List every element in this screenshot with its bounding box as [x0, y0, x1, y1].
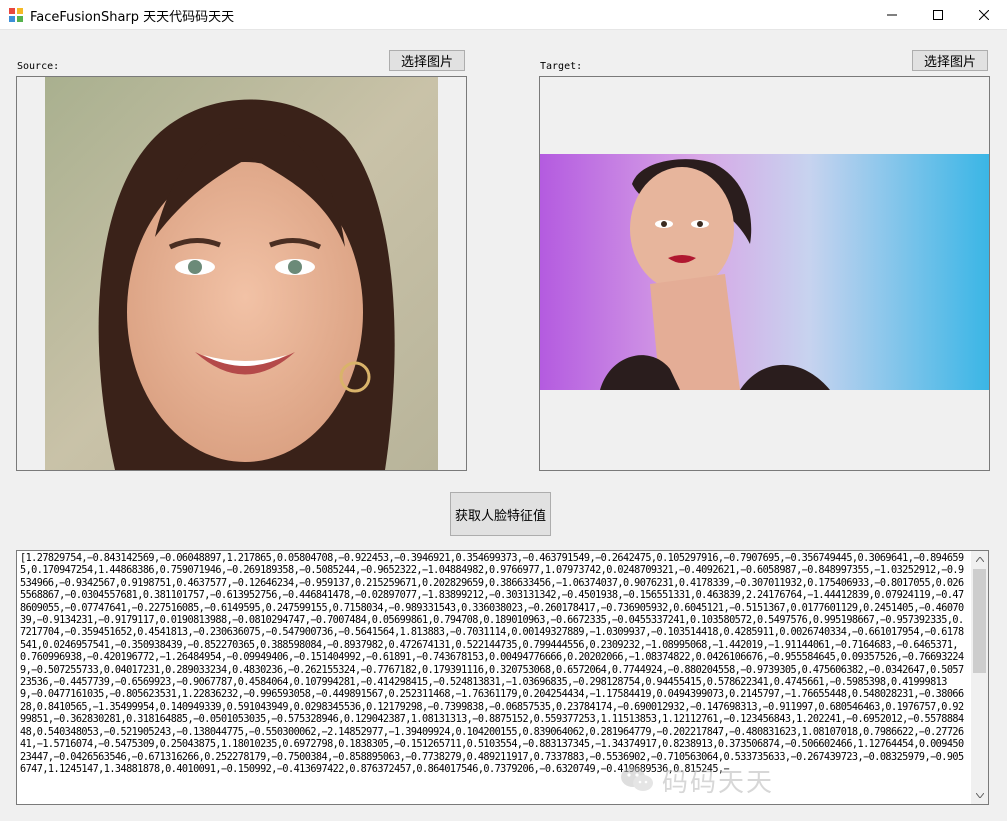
target-label: Target:	[540, 61, 583, 72]
target-picturebox	[539, 76, 990, 471]
window-title: FaceFusionSharp 天天代码码天天	[30, 10, 235, 25]
chevron-up-icon	[975, 557, 984, 562]
source-picturebox	[16, 76, 467, 471]
close-button[interactable]	[961, 0, 1007, 30]
maximize-icon	[933, 10, 943, 20]
scroll-up-button[interactable]	[971, 551, 988, 568]
target-face-image	[540, 154, 989, 390]
minimize-button[interactable]	[869, 0, 915, 30]
minimize-icon	[887, 14, 897, 16]
extract-features-button[interactable]: 获取人脸特征值	[450, 492, 551, 536]
close-icon	[979, 10, 989, 20]
maximize-button[interactable]	[915, 0, 961, 30]
wechat-icon	[621, 767, 653, 791]
app-icon	[9, 8, 23, 22]
title-bar: FaceFusionSharp 天天代码码天天	[0, 0, 1007, 30]
embedding-output-text: [1.27829754,−0.843142569,−0.06048897,1.2…	[20, 553, 964, 775]
source-face-image	[45, 77, 438, 470]
target-select-button[interactable]: 选择图片	[912, 50, 988, 71]
source-select-button[interactable]: 选择图片	[389, 50, 465, 71]
watermark: 码码天天	[620, 760, 980, 800]
scroll-thumb[interactable]	[973, 569, 986, 673]
source-label: Source:	[17, 61, 60, 72]
watermark-text: 码码天天	[662, 767, 775, 798]
